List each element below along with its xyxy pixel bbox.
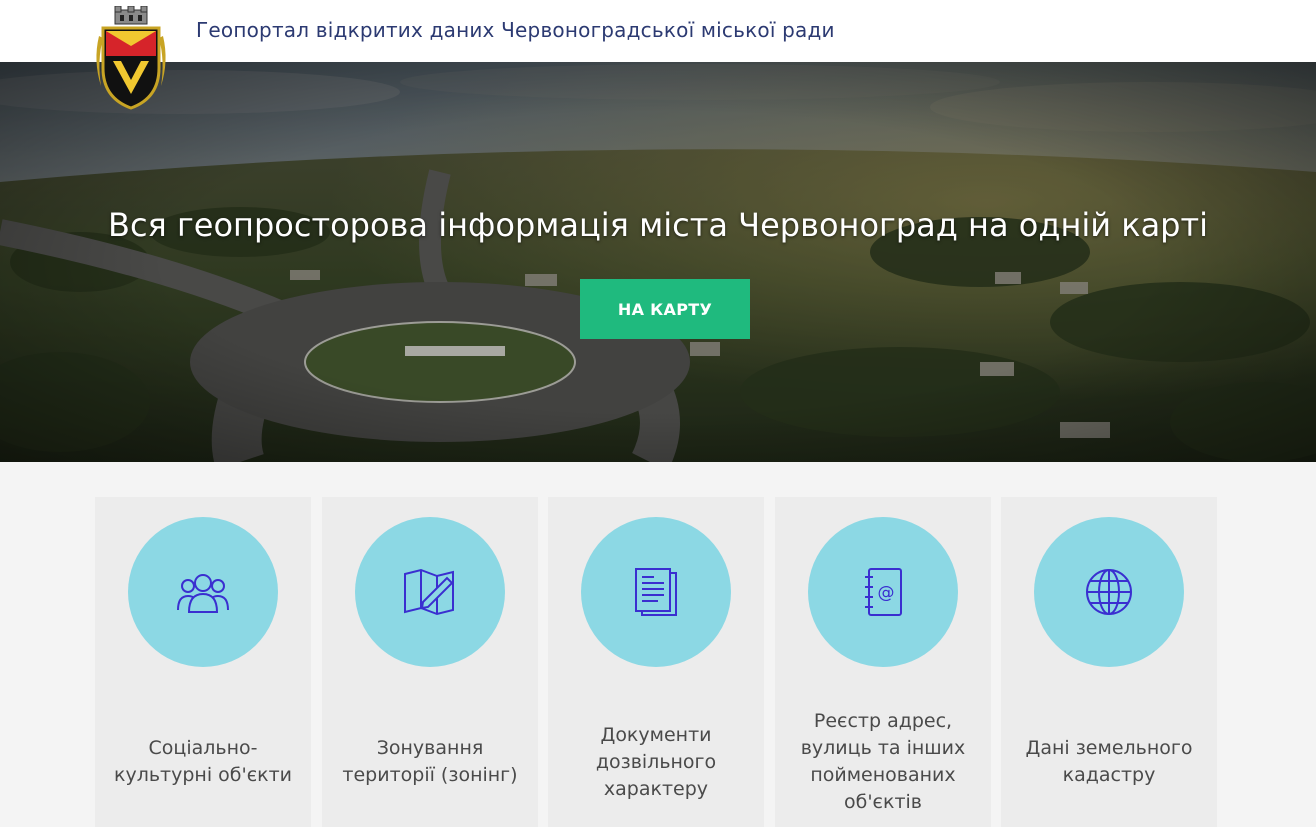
card-icon-circle bbox=[581, 517, 731, 667]
category-cards: Соціально-культурні об'єкти Зонування те… bbox=[0, 462, 1316, 827]
card-label: Соціально-культурні об'єкти bbox=[113, 737, 293, 786]
card-label: Дані земельного кадастру bbox=[1025, 737, 1193, 786]
hero-banner: Вся геопросторова інформація міста Черво… bbox=[0, 62, 1316, 462]
card-address-registry[interactable]: @ Реєстр адрес, вулиць та інших пойменов… bbox=[775, 497, 991, 827]
globe-icon bbox=[1086, 569, 1132, 615]
to-map-button[interactable]: НА КАРТУ bbox=[580, 279, 750, 339]
card-land-cadastre[interactable]: Дані земельного кадастру bbox=[1001, 497, 1217, 827]
card-label: Зонування території (зонінг) bbox=[342, 737, 518, 786]
card-label: Документи дозвільного характеру bbox=[595, 724, 717, 800]
site-title[interactable]: Геопортал відкритих даних Червоноградськ… bbox=[196, 18, 835, 42]
aerial-city-image bbox=[0, 62, 1316, 462]
hero-headline: Вся геопросторова інформація міста Черво… bbox=[107, 206, 1209, 244]
card-icon-circle bbox=[1034, 517, 1184, 667]
card-label: Реєстр адрес, вулиць та інших пойменован… bbox=[800, 710, 966, 813]
site-header: Геопортал відкритих даних Червоноградськ… bbox=[0, 0, 1316, 62]
svg-text:@: @ bbox=[878, 583, 895, 603]
address-book-icon: @ bbox=[865, 568, 902, 616]
card-icon-circle bbox=[355, 517, 505, 667]
card-zoning[interactable]: Зонування території (зонінг) bbox=[322, 497, 538, 827]
map-edit-icon bbox=[404, 568, 454, 616]
card-social-cultural[interactable]: Соціально-культурні об'єкти bbox=[95, 497, 311, 827]
card-icon-circle bbox=[128, 517, 278, 667]
users-icon bbox=[177, 574, 229, 613]
card-permits[interactable]: Документи дозвільного характеру bbox=[548, 497, 764, 827]
card-icon-circle: @ bbox=[808, 517, 958, 667]
coat-of-arms-icon[interactable] bbox=[93, 5, 169, 110]
documents-icon bbox=[635, 568, 677, 616]
